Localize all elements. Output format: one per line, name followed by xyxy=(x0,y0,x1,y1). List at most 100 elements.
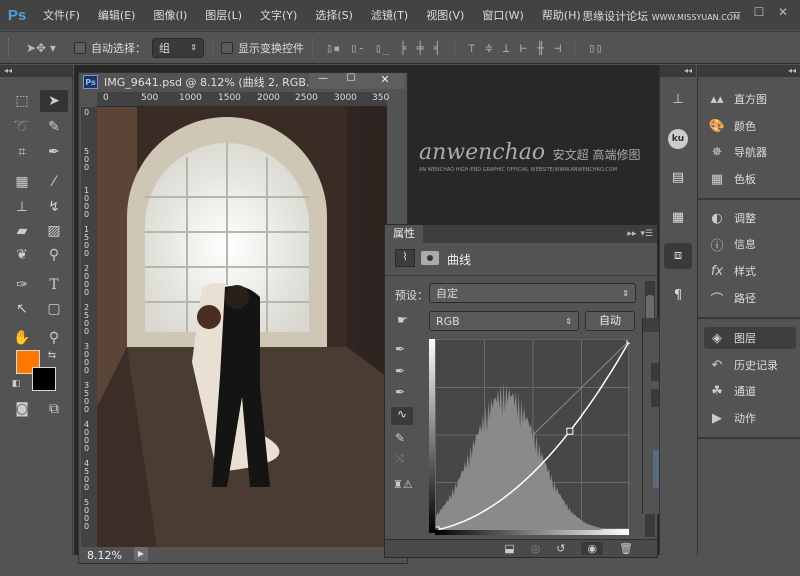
kuler-icon[interactable]: ku xyxy=(664,125,692,151)
zoom-level[interactable]: 8.12% xyxy=(87,549,122,562)
curve-point-tool-icon[interactable]: ∿ xyxy=(391,407,413,425)
curves-graph[interactable] xyxy=(432,336,634,534)
show-transform-checkbox[interactable] xyxy=(220,41,233,54)
menu-image[interactable]: 图像(I) xyxy=(144,7,196,23)
screen-mode-icon[interactable]: ⧉ xyxy=(40,398,68,420)
curve-control-point[interactable] xyxy=(432,526,440,534)
background-color-swatch[interactable] xyxy=(32,367,56,391)
pen-tool-icon[interactable]: ✑ xyxy=(8,274,36,296)
smooth-curve-icon[interactable]: ⤨ xyxy=(395,452,404,466)
curve-control-point[interactable] xyxy=(566,427,574,435)
channel-dropdown[interactable]: RGB ⇕ xyxy=(429,311,579,331)
align-vcenter-icon[interactable]: ▯- xyxy=(350,41,364,55)
panel-histogram[interactable]: ▴▴ 直方图 xyxy=(704,88,796,110)
menu-layer[interactable]: 图层(L) xyxy=(196,7,251,23)
menu-select[interactable]: 选择(S) xyxy=(306,7,362,23)
dock-collapse[interactable]: ◂◂ xyxy=(698,65,800,77)
notes-icon[interactable]: ▦ xyxy=(664,205,692,231)
menu-window[interactable]: 窗口(W) xyxy=(473,7,532,23)
gray-point-eyedropper-icon[interactable]: ✒ xyxy=(395,364,405,378)
app-close-button[interactable]: ✕ xyxy=(770,2,796,22)
app-minimize-button[interactable]: — xyxy=(722,2,748,22)
crop-tool-icon[interactable]: ⌗ xyxy=(8,141,36,163)
blur-tool-icon[interactable]: ❦ xyxy=(8,244,36,266)
distribute-bottom-icon[interactable]: ⊥ xyxy=(502,41,509,55)
visibility-eye-icon[interactable]: ◉ xyxy=(581,542,604,555)
panel-expand-icon[interactable]: ▸▸ xyxy=(627,229,636,239)
panel-navigator[interactable]: ✵ 导航器 xyxy=(704,141,796,163)
image-canvas[interactable] xyxy=(97,107,387,547)
curves-adjustment-icon[interactable]: ⌇ xyxy=(395,249,415,267)
align-hcenter-icon[interactable]: ╪ xyxy=(417,41,424,55)
distribute-left-icon[interactable]: ⊢ xyxy=(520,41,527,55)
panel-swatches[interactable]: ▦ 色板 xyxy=(704,168,796,190)
type-tool-icon[interactable]: T xyxy=(40,274,68,296)
layer-comps-icon[interactable]: ▤ xyxy=(664,165,692,191)
swap-colors-icon[interactable]: ⇆ xyxy=(38,345,66,367)
path-select-tool-icon[interactable]: ↖ xyxy=(8,298,36,320)
menu-file[interactable]: 文件(F) xyxy=(34,7,89,23)
menu-filter[interactable]: 滤镜(T) xyxy=(362,7,417,23)
marquee-tool-icon[interactable]: ⬚ xyxy=(8,90,36,112)
distribute-vcenter-icon[interactable]: ≑ xyxy=(485,41,492,55)
options-grip[interactable] xyxy=(8,37,12,58)
move-tool-preset-icon[interactable]: ➤✥ ▾ xyxy=(26,41,56,55)
hand-tool-icon[interactable]: ✋ xyxy=(8,327,36,349)
white-point-eyedropper-icon[interactable]: ✒ xyxy=(395,385,405,399)
default-colors-icon[interactable]: ◧ xyxy=(8,373,24,395)
quick-mask-icon[interactable]: ◙ xyxy=(8,398,36,420)
doc-close-button[interactable]: ✕ xyxy=(365,73,405,89)
paragraph-icon[interactable]: ¶ xyxy=(664,283,692,309)
lasso-tool-icon[interactable]: ➰ xyxy=(8,116,36,138)
panel-layers[interactable]: ◈ 图层 xyxy=(704,327,796,349)
reset-icon[interactable]: ↺ xyxy=(556,542,565,555)
menu-edit[interactable]: 编辑(E) xyxy=(89,7,145,23)
panel-info[interactable]: ⓘ 信息 xyxy=(704,233,796,255)
auto-select-checkbox[interactable] xyxy=(73,41,86,54)
view-previous-icon[interactable]: ◎ xyxy=(531,542,541,555)
gradient-tool-icon[interactable]: ▨ xyxy=(40,220,68,242)
toolbox-collapse[interactable]: ◂◂ xyxy=(0,65,72,77)
on-image-adjust-icon[interactable]: ☛ xyxy=(397,313,408,327)
auto-button[interactable]: 自动 xyxy=(585,311,635,331)
delete-trash-icon[interactable]: 🗑 xyxy=(619,542,633,555)
shape-tool-icon[interactable]: ▢ xyxy=(40,298,68,320)
panel-channels[interactable]: ☘ 通道 xyxy=(704,380,796,402)
menu-type[interactable]: 文字(Y) xyxy=(251,7,306,23)
distribute-right-icon[interactable]: ⊣ xyxy=(554,41,561,55)
quick-select-tool-icon[interactable]: ✎ xyxy=(40,116,68,138)
align-left-icon[interactable]: ╞ xyxy=(399,41,406,55)
tool-presets-icon[interactable]: ⊥ xyxy=(664,87,692,113)
clip-to-layer-icon[interactable]: ⬓ xyxy=(504,542,514,555)
distribute-top-icon[interactable]: ⊤ xyxy=(468,41,475,55)
doc-minimize-button[interactable]: — xyxy=(309,73,337,89)
menu-view[interactable]: 视图(V) xyxy=(417,7,473,23)
panel-paths[interactable]: ⌒ 路径 xyxy=(704,287,796,309)
move-tool-icon[interactable]: ➤ xyxy=(40,90,68,112)
panel-adjustments[interactable]: ◐ 调整 xyxy=(704,207,796,229)
status-menu-icon[interactable]: ▶ xyxy=(134,547,148,561)
curves-svg[interactable] xyxy=(432,336,634,534)
doc-maximize-button[interactable]: ☐ xyxy=(337,73,365,89)
panel-styles[interactable]: fx 样式 xyxy=(704,260,796,282)
black-point-eyedropper-icon[interactable]: ✒ xyxy=(395,342,405,356)
auto-align-icon[interactable]: ▯▯ xyxy=(588,41,602,55)
clipping-warning-icon[interactable]: ♜⚠ xyxy=(393,478,413,491)
history-brush-tool-icon[interactable]: ↯ xyxy=(40,196,68,218)
app-maximize-button[interactable]: ☐ xyxy=(746,2,772,22)
panel-color[interactable]: 🎨 颜色 xyxy=(704,115,796,137)
eraser-tool-icon[interactable]: ▰ xyxy=(8,220,36,242)
clone-stamp-tool-icon[interactable]: ⊥ xyxy=(8,196,36,218)
3d-panel-icon[interactable]: ⧈ xyxy=(664,243,692,269)
menu-help[interactable]: 帮助(H) xyxy=(533,7,590,23)
pencil-draw-icon[interactable]: ✎ xyxy=(395,431,405,445)
panel-menu-icon[interactable]: ▾☰ xyxy=(640,229,653,239)
auto-select-dropdown[interactable]: 组 ⇕ xyxy=(151,37,204,58)
eyedropper-tool-icon[interactable]: ✒ xyxy=(40,141,68,163)
dock-collapse[interactable]: ◂◂ xyxy=(660,65,696,77)
align-top-icon[interactable]: ▯▪ xyxy=(326,41,340,55)
tab-properties[interactable]: 属性 xyxy=(385,225,423,243)
align-bottom-icon[interactable]: ▯_ xyxy=(375,41,389,55)
align-right-icon[interactable]: ╡ xyxy=(434,41,441,55)
distribute-hcenter-icon[interactable]: ╫ xyxy=(537,41,544,55)
